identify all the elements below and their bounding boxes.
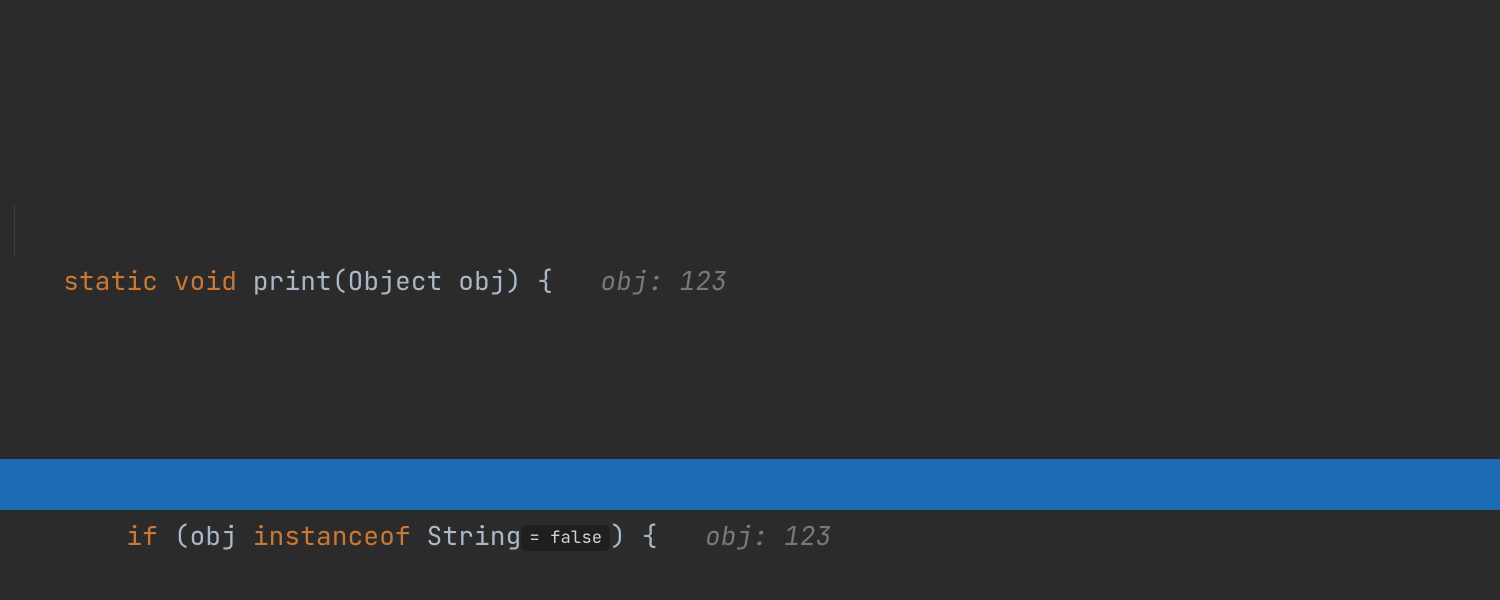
code-editor[interactable]: static void print(Object obj) { obj: 123… (0, 0, 1500, 600)
keyword-static: static (63, 263, 158, 298)
param-type: Object (348, 263, 443, 298)
method-name: print (253, 263, 332, 298)
keyword-if: if (126, 518, 158, 553)
param-name: obj (458, 263, 505, 298)
code-line[interactable]: static void print(Object obj) { obj: 123 (0, 204, 1500, 255)
keyword-void: void (174, 263, 237, 298)
text: (obj (158, 518, 253, 553)
keyword-instanceof: instanceof (253, 518, 411, 553)
inlay-hint-value: obj: 123 (705, 518, 831, 553)
inlay-hint-param: obj: 123 (601, 263, 727, 298)
debugger-inline-value[interactable]: = false (521, 525, 610, 551)
type-name: String (411, 518, 522, 553)
indent (63, 518, 126, 553)
code-line-current[interactable]: if (obj instanceof String= false) { obj:… (0, 459, 1500, 510)
text: ) { (610, 518, 657, 553)
paren-close-brace: ) { (506, 263, 553, 298)
